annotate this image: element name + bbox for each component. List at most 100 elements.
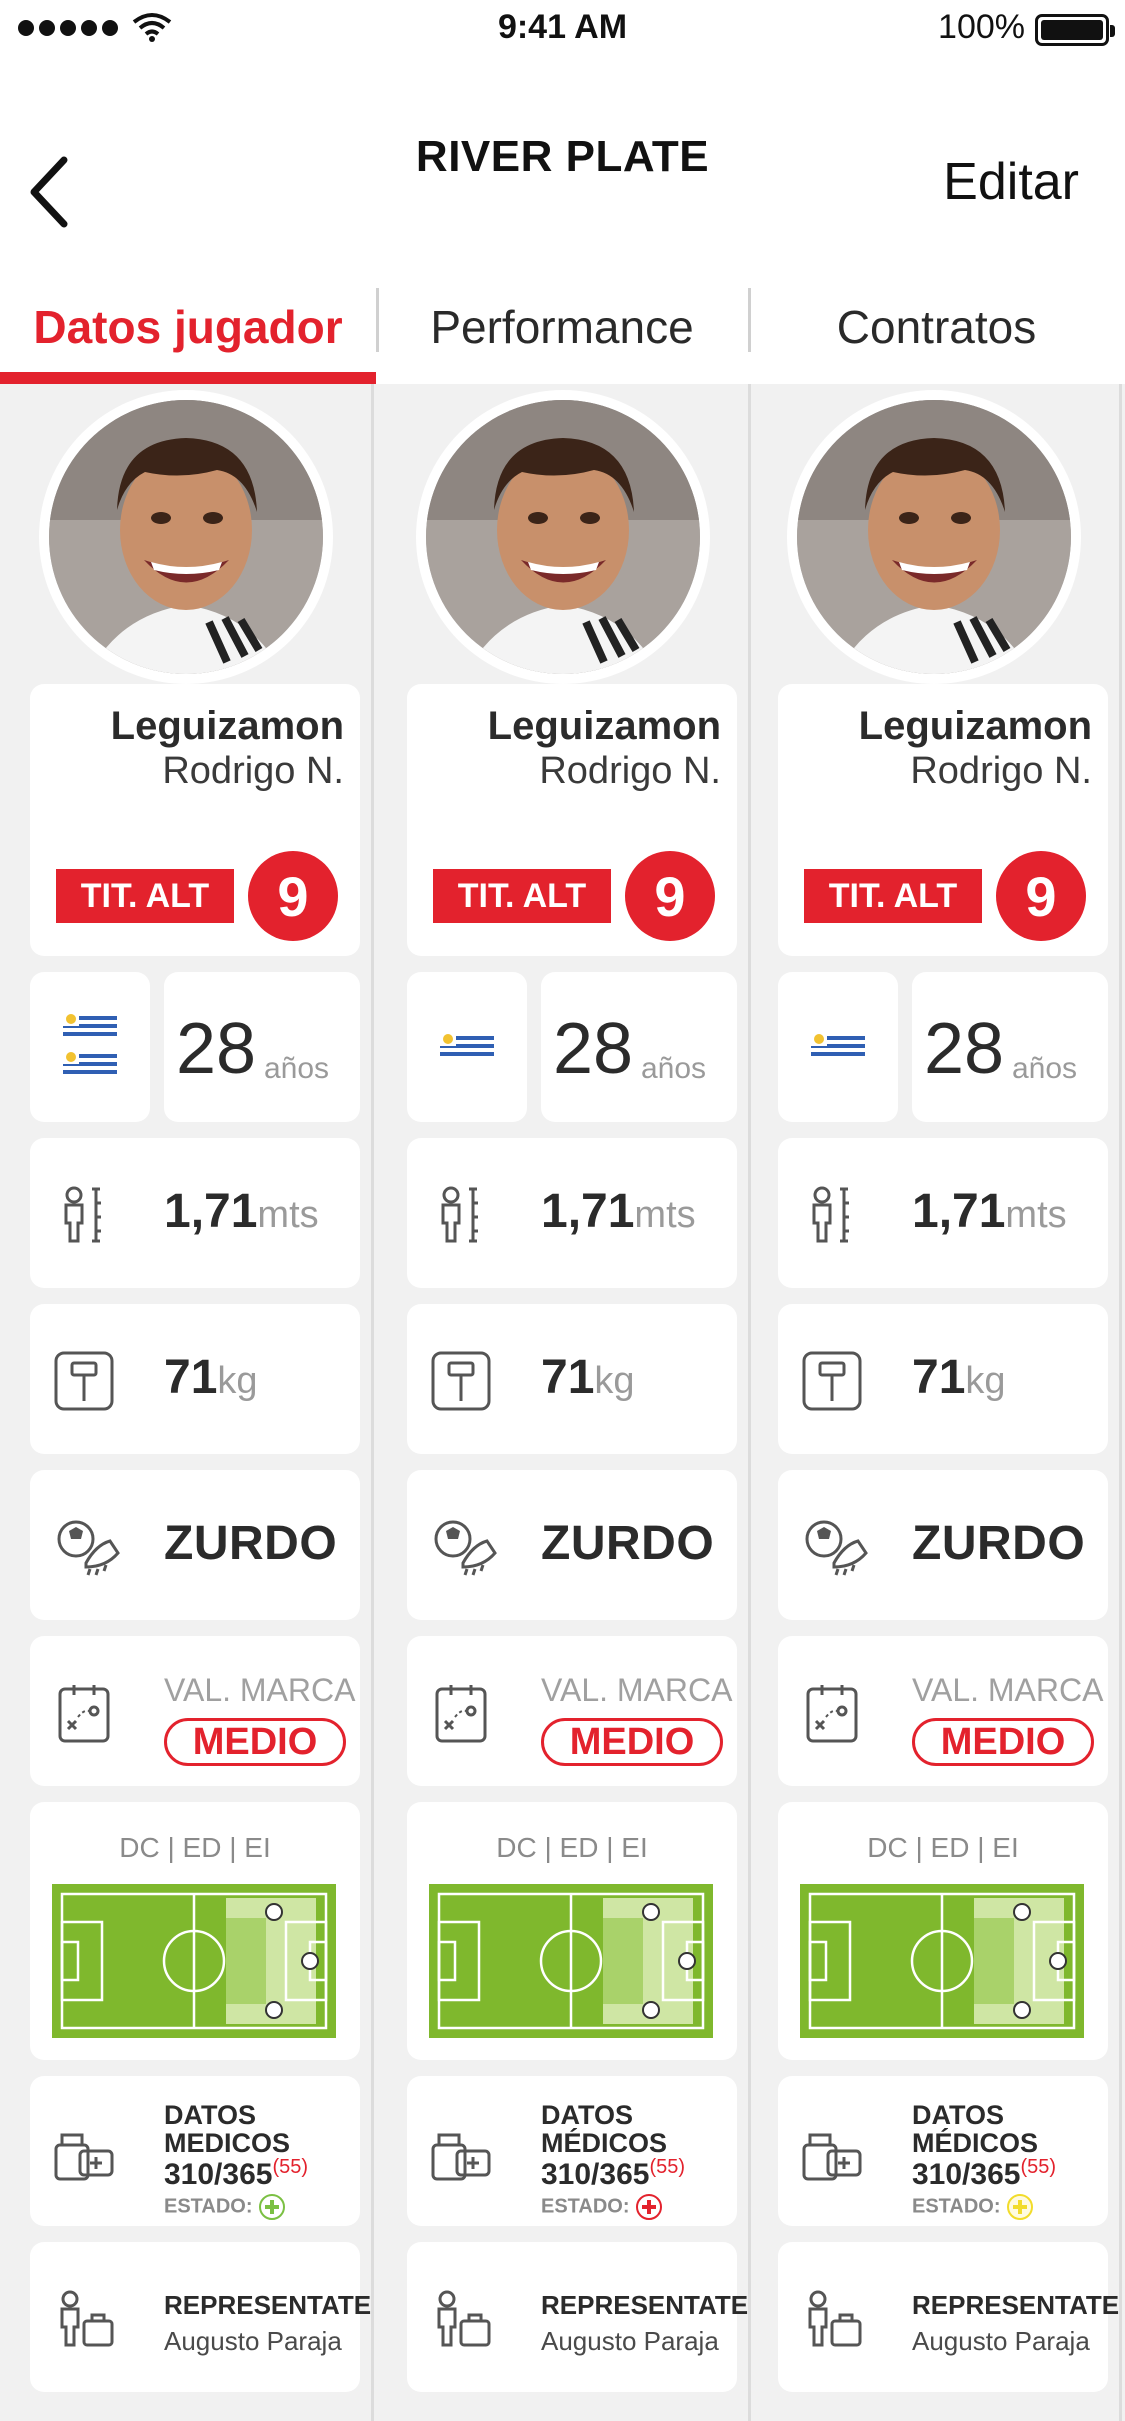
positions-card: DC | ED | EI	[30, 1802, 360, 2060]
player-photo[interactable]	[415, 390, 710, 684]
player-name-card: Leguizamon Rodrigo N. TIT. ALT 9	[407, 684, 737, 956]
medical-days: 310/365	[164, 2158, 273, 2191]
battery-percentage: 100%	[938, 8, 1025, 46]
player-portrait-image	[48, 400, 323, 674]
plus-green-icon	[258, 2194, 285, 2220]
edit-button[interactable]: Editar	[943, 152, 1079, 212]
brand-value-badge: MEDIO	[912, 1718, 1094, 1766]
estado-label: ESTADO:	[541, 2195, 630, 2218]
brand-value-card: VAL. MARCA MEDIO	[778, 1636, 1108, 1786]
weight-unit: kg	[594, 1360, 635, 1402]
player-first-name: Rodrigo N.	[539, 750, 721, 792]
height-value: 1,71	[164, 1185, 258, 1238]
age-card: 28 años	[912, 972, 1108, 1122]
medical-kit-icon	[431, 2133, 491, 2181]
battery-icon	[1035, 14, 1115, 46]
player-last-name: Leguizamon	[858, 704, 1092, 748]
brand-value-label: VAL. MARCA	[164, 1672, 356, 1708]
scale-icon	[54, 1351, 114, 1411]
scale-icon	[431, 1351, 491, 1411]
player-photo[interactable]	[786, 390, 1081, 684]
age-value: 28	[553, 1009, 634, 1089]
age-value: 28	[176, 1009, 257, 1089]
player-photo[interactable]	[38, 390, 333, 684]
medical-days-extra: (55)	[649, 2156, 686, 2178]
estado-label: ESTADO:	[164, 2195, 253, 2218]
foot-card: ZURDO	[407, 1470, 737, 1620]
column-divider	[371, 384, 374, 2421]
medical-label-line2: MÉDICOS	[912, 2128, 1039, 2158]
preferred-foot: ZURDO	[164, 1517, 338, 1570]
brand-value-label: VAL. MARCA	[912, 1672, 1104, 1708]
agent-label: REPRESENTATE	[541, 2290, 749, 2320]
tab-contratos[interactable]: Contratos	[748, 270, 1125, 384]
height-unit: mts	[257, 1194, 319, 1236]
positions-label: DC | ED | EI	[119, 1832, 271, 1863]
player-last-name: Leguizamon	[487, 704, 721, 748]
agent-name: Augusto Paraja	[912, 2326, 1090, 2356]
agent-card: REPRESENTATE Augusto Paraja	[30, 2242, 371, 2392]
player-portrait-image	[796, 400, 1071, 674]
nationality-card	[778, 972, 898, 1122]
medical-card: DATOS MÉDICOS 310/365(55) ESTADO:	[407, 2076, 737, 2226]
medical-days-extra: (55)	[1020, 2156, 1057, 2178]
preferred-foot: ZURDO	[541, 1517, 715, 1570]
brand-value-badge: MEDIO	[164, 1718, 346, 1766]
weight-card: 71kg	[778, 1304, 1108, 1454]
pitch-diagram[interactable]	[800, 1884, 1084, 2038]
player-column: Leguizamon Rodrigo N. TIT. ALT 9 28 años…	[748, 384, 1122, 2421]
jersey-number: 9	[248, 851, 338, 941]
agent-label: REPRESENTATE	[164, 2290, 372, 2320]
tab-bar: Datos jugador Performance Contratos	[0, 270, 1125, 384]
agent-name: Augusto Paraja	[541, 2326, 719, 2356]
navigation-bar: RIVER PLATE Editar	[0, 60, 1125, 270]
agent-card: REPRESENTATE Augusto Paraja	[407, 2242, 748, 2392]
height-icon	[441, 1186, 478, 1243]
scale-icon	[802, 1351, 862, 1411]
agent-briefcase-icon	[808, 2290, 862, 2347]
foot-card: ZURDO	[30, 1470, 360, 1620]
tactics-board-icon	[435, 1685, 487, 1743]
ball-and-boot-icon	[434, 1520, 497, 1576]
height-card: 1,71mts	[30, 1138, 360, 1288]
weight-value: 71	[164, 1351, 218, 1404]
tactics-board-icon	[58, 1685, 110, 1743]
medical-label-line1: DATOS	[164, 2100, 257, 2130]
weight-unit: kg	[965, 1360, 1006, 1402]
status-bar: 9:41 AM 100%	[0, 0, 1125, 60]
player-portrait-image	[425, 400, 700, 674]
player-first-name: Rodrigo N.	[162, 750, 344, 792]
age-card: 28 años	[164, 972, 360, 1122]
player-first-name: Rodrigo N.	[910, 750, 1092, 792]
age-unit: años	[264, 1052, 330, 1085]
medical-label-line1: DATOS	[541, 2100, 634, 2130]
positions-label: DC | ED | EI	[496, 1832, 648, 1863]
uruguay-flag-icon	[811, 1032, 865, 1062]
medical-days: 310/365	[541, 2158, 650, 2191]
brand-value-card: VAL. MARCA MEDIO	[407, 1636, 737, 1786]
nationality-card	[30, 972, 150, 1122]
medical-days: 310/365	[912, 2158, 1021, 2191]
role-badge: TIT. ALT	[804, 869, 982, 923]
height-icon	[812, 1186, 849, 1243]
plus-yellow-icon	[1006, 2194, 1033, 2220]
weight-unit: kg	[217, 1360, 258, 1402]
height-value: 1,71	[541, 1185, 635, 1238]
positions-card: DC | ED | EI	[778, 1802, 1108, 2060]
medical-label-line2: MÉDICOS	[541, 2128, 668, 2158]
tab-datos-jugador[interactable]: Datos jugador	[0, 270, 376, 384]
age-card: 28 años	[541, 972, 737, 1122]
agent-briefcase-icon	[437, 2290, 491, 2347]
height-value: 1,71	[912, 1185, 1006, 1238]
medical-kit-icon	[54, 2133, 114, 2181]
weight-card: 71kg	[407, 1304, 737, 1454]
tab-performance[interactable]: Performance	[376, 270, 748, 384]
weight-value: 71	[541, 1351, 595, 1404]
pitch-diagram[interactable]	[429, 1884, 713, 2038]
plus-red-icon	[635, 2194, 662, 2220]
uruguay-flag-icon	[63, 1012, 117, 1080]
pitch-diagram[interactable]	[52, 1884, 336, 2038]
medical-card: DATOS MÉDICOS 310/365(55) ESTADO:	[778, 2076, 1108, 2226]
tactics-board-icon	[806, 1685, 858, 1743]
player-column: Leguizamon Rodrigo N. TIT. ALT 9 28 años…	[0, 384, 374, 2421]
